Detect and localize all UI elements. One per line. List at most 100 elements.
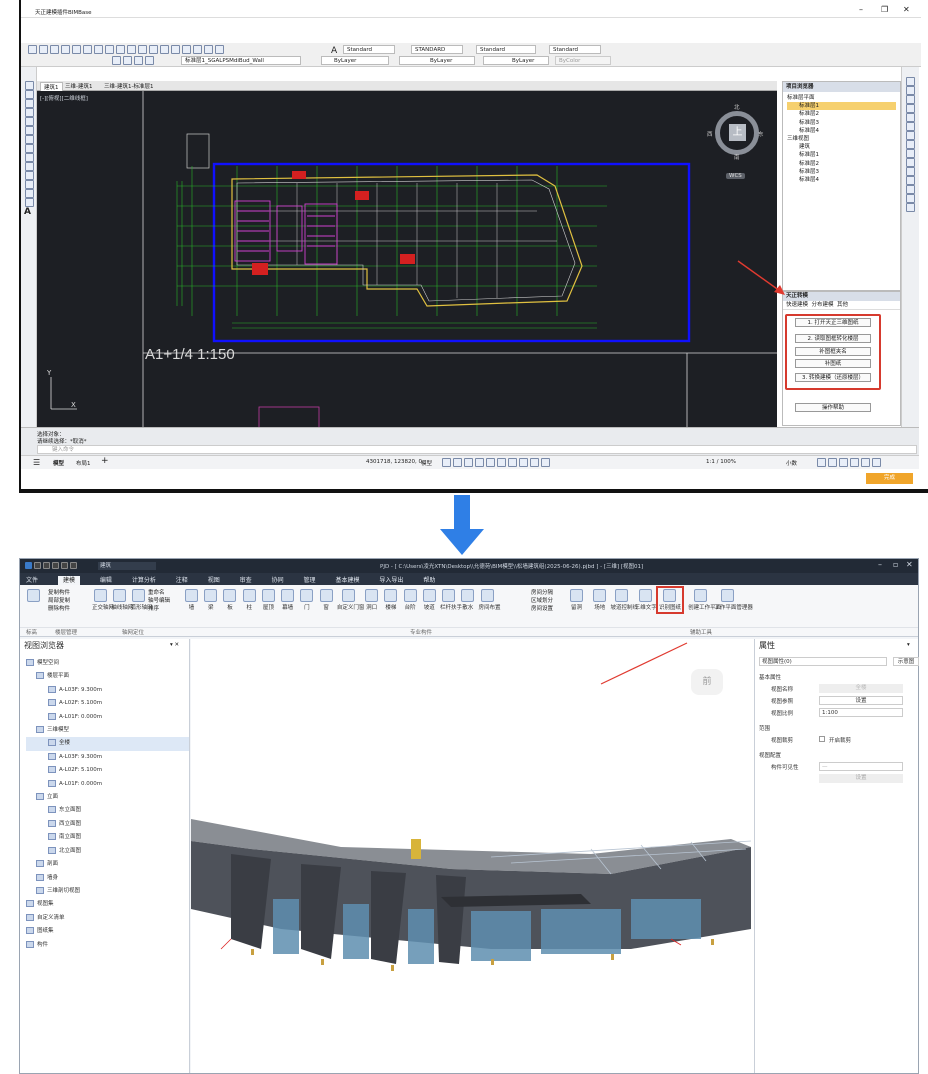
pan-icon[interactable]	[149, 45, 158, 54]
linetype-select[interactable]: ByLayer	[399, 56, 475, 65]
hatch-icon[interactable]	[25, 171, 34, 180]
compass-south[interactable]: 南	[734, 153, 740, 161]
ortho-toggle-icon[interactable]	[464, 458, 473, 467]
menu-basic[interactable]: 基本建模	[335, 577, 359, 584]
mtext-icon[interactable]: A	[24, 207, 33, 218]
drawing-canvas[interactable]: [-][俯视][二维线框] Y X A1+1/4 1:150 上 北 南 东 西…	[37, 91, 777, 429]
gradient-icon[interactable]	[25, 180, 34, 189]
menu-annotate[interactable]: 注释	[176, 577, 188, 584]
tree-plan-l01[interactable]: A-L01F: 0.000m	[26, 711, 189, 724]
circle-icon[interactable]	[25, 126, 34, 135]
tree-model-space[interactable]: 模型空间	[26, 657, 189, 670]
view-ref-button[interactable]: 设置	[819, 696, 903, 705]
isolate-icon[interactable]	[839, 458, 848, 467]
stair-button[interactable]: 楼梯	[382, 589, 399, 611]
lineweight-toggle-icon[interactable]	[508, 458, 517, 467]
viewcube-top-face[interactable]: 上	[729, 124, 746, 141]
menu-modeling[interactable]: 建模	[57, 576, 80, 585]
toolpalette-icon[interactable]	[204, 45, 213, 54]
copy-component-button[interactable]: 复制构件	[48, 589, 70, 597]
line-icon[interactable]	[25, 81, 34, 90]
workplane-manager-button[interactable]: 工作平面管理器	[714, 589, 753, 611]
viewcube[interactable]: 上 北 南 东 西 WCS	[707, 103, 764, 179]
annotation-icon[interactable]	[541, 458, 550, 467]
paste-icon[interactable]	[105, 45, 114, 54]
door-button[interactable]: 门	[298, 589, 315, 611]
explode-icon[interactable]	[906, 203, 915, 212]
dim-style-select[interactable]: STANDARD	[411, 45, 463, 54]
custom-door-button[interactable]: 自定义门窗	[337, 589, 364, 611]
3d-viewport[interactable]: 前	[191, 639, 754, 1073]
help-icon[interactable]	[215, 45, 224, 54]
menu-edit[interactable]: 编辑	[100, 577, 112, 584]
tree-view-sets[interactable]: 视图集	[26, 898, 189, 911]
model-tab[interactable]: 模型	[53, 459, 64, 467]
annotation-scale[interactable]: 1:1 / 100%	[706, 459, 736, 465]
tree-node-floorplans[interactable]: 标准层平面	[787, 94, 896, 102]
tree-3d-l01[interactable]: A-L01F: 0.000m	[26, 778, 189, 791]
workspace-icon[interactable]	[828, 458, 837, 467]
menu-manage[interactable]: 管理	[304, 577, 316, 584]
array-icon[interactable]	[906, 113, 915, 122]
tree-3d-section[interactable]: 三维剖切视图	[26, 885, 189, 898]
tree-node-floor1[interactable]: 标准层1	[787, 102, 896, 111]
qa-redo-icon[interactable]	[70, 561, 77, 569]
component-vis-select[interactable]: —	[819, 762, 903, 771]
tree-custom-list[interactable]: 自定义清单	[26, 912, 189, 925]
tree-sections[interactable]: 剖面	[26, 858, 189, 871]
view-name-value[interactable]: 全楼	[819, 684, 903, 693]
fillet-icon[interactable]	[906, 194, 915, 203]
close-button[interactable]: ✕	[903, 5, 910, 14]
plotstyle-select[interactable]: ByColor	[555, 56, 611, 65]
text-style-select[interactable]: Standard	[343, 45, 395, 54]
clean-screen-icon[interactable]	[861, 458, 870, 467]
bim-minimize-button[interactable]: –	[878, 560, 882, 569]
view-browser-pin-icon[interactable]: ▾ ✕	[170, 642, 179, 648]
menu-view[interactable]: 视图	[208, 577, 220, 584]
tree-node-building[interactable]: 建筑	[787, 143, 896, 151]
copy-object-icon[interactable]	[906, 86, 915, 95]
railing-button[interactable]: 栏杆扶手	[440, 589, 462, 611]
menu-import[interactable]: 导入导出	[379, 577, 403, 584]
new-icon[interactable]	[28, 45, 37, 54]
tree-3d-l02[interactable]: A-L02F: 5.100m	[26, 764, 189, 777]
zoom-window-icon[interactable]	[171, 45, 180, 54]
local-copy-button[interactable]: 局部复制	[48, 597, 70, 605]
room-split-button[interactable]: 房间分隔	[531, 589, 553, 597]
point-icon[interactable]	[25, 162, 34, 171]
bulb-icon[interactable]	[134, 56, 143, 65]
rectangle-icon[interactable]	[25, 108, 34, 117]
break-icon[interactable]	[906, 176, 915, 185]
view-scale-select[interactable]: 1:100	[819, 708, 903, 717]
model-space-label[interactable]: 模型	[421, 459, 432, 467]
tree-node-3d-floor4[interactable]: 标准层4	[787, 176, 896, 184]
plugin-tab-other[interactable]: 其他	[837, 302, 848, 308]
region-icon[interactable]	[25, 189, 34, 198]
step-button[interactable]: 台阶	[402, 589, 419, 611]
tree-node-3d-floor2[interactable]: 标准层2	[787, 160, 896, 168]
bim-maximize-button[interactable]: ▫	[893, 560, 898, 569]
reserve-hole-button[interactable]: 留洞	[568, 589, 585, 611]
polygon-icon[interactable]	[25, 99, 34, 108]
tree-node-3d-floor3[interactable]: 标准层3	[787, 168, 896, 176]
zoom-icon[interactable]	[160, 45, 169, 54]
add-drawing-button[interactable]: 补图纸	[795, 359, 871, 368]
wcs-menu[interactable]: WCS	[726, 173, 745, 179]
layer-select[interactable]: 标准层1_SGALPSMdiBud_Wall	[181, 56, 301, 65]
extend-icon[interactable]	[906, 167, 915, 176]
plugin-tab-step[interactable]: 分布建模	[812, 302, 834, 308]
open-drawing-button[interactable]: 1. 打开天正三维图纸	[795, 318, 871, 327]
tree-elevations[interactable]: 立面	[26, 791, 189, 804]
slab-button[interactable]: 板	[221, 589, 238, 611]
area-split-button[interactable]: 区域划分	[531, 597, 553, 605]
grid-toggle-icon[interactable]	[442, 458, 451, 467]
quick-props-icon[interactable]	[817, 458, 826, 467]
sun-icon[interactable]	[145, 56, 154, 65]
tab-doc-3[interactable]: 三维-建筑1-标准层1	[101, 82, 156, 90]
tree-node-3d-floor1[interactable]: 标准层1	[787, 151, 896, 159]
room-layout-button[interactable]: 房间布置	[479, 589, 501, 611]
otrack-toggle-icon[interactable]	[497, 458, 506, 467]
insert-block-icon[interactable]	[25, 153, 34, 162]
tree-wall-detail[interactable]: 墙身	[26, 872, 189, 885]
layout-tab[interactable]: 布局1	[76, 459, 91, 467]
